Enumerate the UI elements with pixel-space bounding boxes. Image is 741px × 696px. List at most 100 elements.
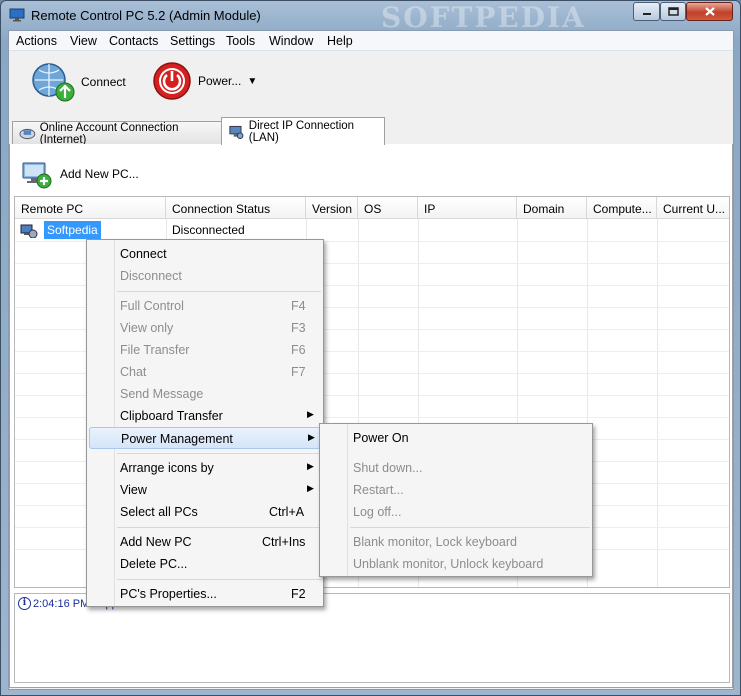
menu-label: Restart... [353, 483, 404, 497]
menu-arrange-icons[interactable]: Arrange icons by ▶ [89, 457, 321, 479]
lan-icon [229, 125, 244, 139]
menu-shortcut: F7 [291, 365, 306, 379]
tab-online-account[interactable]: Online Account Connection (Internet) [12, 121, 222, 146]
network-icon [19, 128, 36, 139]
menu-window[interactable]: Window [269, 34, 313, 48]
menu-contacts[interactable]: Contacts [109, 34, 158, 48]
minimize-button[interactable] [633, 2, 660, 21]
menu-separator [117, 527, 321, 528]
menu-send-message[interactable]: Send Message [89, 383, 321, 405]
log-time: 2:04:16 PM [33, 597, 90, 610]
column-computer[interactable]: Compute... [587, 197, 657, 219]
menu-select-all[interactable]: Select all PCs Ctrl+A [89, 501, 321, 523]
menu-file-transfer[interactable]: File Transfer F6 [89, 339, 321, 361]
menu-shortcut: F6 [291, 343, 306, 357]
menu-delete-pc[interactable]: Delete PC... [89, 553, 321, 575]
pc-status-cell: Disconnected [172, 223, 245, 237]
dropdown-arrow-icon[interactable]: ▼ [247, 76, 257, 87]
menu-label: Select all PCs [120, 505, 198, 519]
table-row[interactable]: Softpedia Disconnected [15, 220, 729, 241]
menu-view[interactable]: View [70, 34, 97, 48]
maximize-button[interactable] [660, 2, 686, 21]
add-new-pc-label: Add New PC... [60, 167, 139, 181]
toolbar: Connect Power... ▼ [9, 52, 733, 114]
menu-actions[interactable]: Actions [16, 34, 57, 48]
column-current-user[interactable]: Current U... [657, 197, 729, 219]
connect-label: Connect [81, 75, 126, 89]
column-connection-status[interactable]: Connection Status [166, 197, 306, 219]
menu-label: Blank monitor, Lock keyboard [353, 535, 517, 549]
pc-name-cell: Softpedia [44, 221, 101, 239]
menu-disconnect[interactable]: Disconnect [89, 265, 321, 287]
menu-pc-properties[interactable]: PC's Properties... F2 [89, 583, 321, 605]
menu-label: Send Message [120, 387, 204, 401]
info-icon: i [18, 597, 31, 610]
menu-blank-monitor[interactable]: Blank monitor, Lock keyboard [322, 531, 590, 553]
menu-shortcut: Ctrl+A [269, 505, 305, 519]
menu-label: Shut down... [353, 461, 423, 475]
menu-power-on[interactable]: Power On [322, 427, 590, 449]
column-divider [657, 219, 658, 587]
menu-label: Power On [353, 431, 409, 445]
menu-label: Chat [120, 365, 147, 379]
window-title: Remote Control PC 5.2 (Admin Module) [31, 8, 261, 23]
menu-shortcut: F4 [291, 299, 306, 313]
menu-shortcut: Ctrl+Ins [262, 535, 306, 549]
minimize-icon [642, 12, 651, 15]
menu-help[interactable]: Help [327, 34, 353, 48]
menu-bar: Actions View Contacts Settings Tools Win… [9, 31, 733, 51]
menu-unblank-monitor[interactable]: Unblank monitor, Unlock keyboard [322, 553, 590, 575]
menu-label: View [120, 483, 147, 497]
add-new-pc-button[interactable]: Add New PC... [20, 159, 139, 189]
power-submenu: Power On Shut down... Restart... Log off… [319, 423, 593, 577]
globe-connect-icon [32, 63, 75, 102]
menu-separator [117, 579, 321, 580]
column-ip[interactable]: IP [418, 197, 517, 219]
menu-full-control[interactable]: Full Control F4 [89, 295, 321, 317]
menu-shortcut: F3 [291, 321, 306, 335]
power-button[interactable]: Power... ▼ [152, 61, 257, 101]
menu-settings[interactable]: Settings [170, 34, 215, 48]
column-version[interactable]: Version [306, 197, 358, 219]
menu-tools[interactable]: Tools [226, 34, 255, 48]
column-remote-pc[interactable]: Remote PC [15, 197, 166, 219]
menu-label: Full Control [120, 299, 184, 313]
close-icon [704, 7, 715, 16]
menu-label: File Transfer [120, 343, 190, 357]
menu-label: Log off... [353, 505, 402, 519]
column-domain[interactable]: Domain [517, 197, 587, 219]
menu-separator [350, 527, 590, 528]
tab-label: Online Account Connection (Internet) [39, 121, 179, 146]
menu-log-off[interactable]: Log off... [322, 501, 590, 523]
menu-label: Power Management [121, 432, 233, 446]
menu-add-new-pc[interactable]: Add New PC Ctrl+Ins [89, 531, 321, 553]
menu-separator [117, 453, 321, 454]
menu-power-management[interactable]: Power Management ▶ [89, 427, 321, 449]
menu-view[interactable]: View ▶ [89, 479, 321, 501]
connect-button[interactable]: Connect [29, 60, 126, 104]
menu-connect[interactable]: Connect [89, 243, 321, 265]
menu-chat[interactable]: Chat F7 [89, 361, 321, 383]
menu-shut-down[interactable]: Shut down... [322, 457, 590, 479]
column-os[interactable]: OS [358, 197, 418, 219]
connection-tabs: Online Account Connection (Internet) Dir… [9, 117, 733, 146]
tab-label: Direct IP Connection (LAN) [248, 119, 355, 144]
power-label: Power... [198, 74, 242, 88]
menu-separator [117, 291, 321, 292]
maximize-icon [667, 7, 679, 16]
menu-clipboard-transfer[interactable]: Clipboard Transfer ▶ [89, 405, 321, 427]
submenu-arrow-icon: ▶ [307, 483, 314, 493]
menu-label: View only [120, 321, 174, 335]
menu-restart[interactable]: Restart... [322, 479, 590, 501]
power-icon [153, 62, 191, 100]
menu-view-only[interactable]: View only F3 [89, 317, 321, 339]
menu-shortcut: F2 [291, 587, 306, 601]
menu-label: Arrange icons by [120, 461, 214, 475]
add-pc-icon [22, 162, 52, 189]
close-button[interactable] [686, 2, 733, 21]
context-menu: Connect Disconnect Full Control F4 View o… [86, 239, 324, 607]
tab-direct-ip[interactable]: Direct IP Connection (LAN) [221, 117, 385, 145]
submenu-arrow-icon: ▶ [307, 461, 314, 471]
menu-label: Delete PC... [120, 557, 188, 571]
title-bar[interactable]: Remote Control PC 5.2 (Admin Module) SOF… [1, 1, 740, 34]
